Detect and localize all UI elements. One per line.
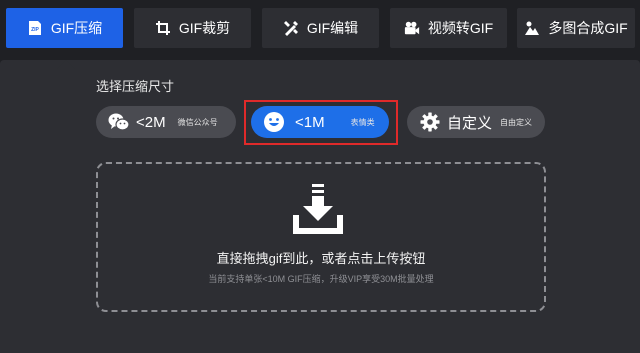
section-title: 选择压缩尺寸 — [96, 79, 175, 94]
upload-dropzone[interactable]: 直接拖拽gif到此，或者点击上传按钮 当前支持单张<10M GIF压缩，升级VI… — [96, 162, 546, 312]
tab-multi-image-gif[interactable]: 多图合成GIF — [517, 8, 635, 48]
size-option-2m[interactable]: <2M 微信公众号 — [96, 106, 236, 138]
tab-label: GIF裁剪 — [178, 20, 231, 36]
selection-highlight-box — [244, 100, 398, 145]
size-option-desc: 自由定义 — [500, 117, 533, 127]
image-icon — [524, 20, 540, 36]
edit-tools-icon — [283, 20, 299, 36]
active-tab-pointer — [57, 60, 75, 69]
size-option-label: <2M — [136, 113, 166, 131]
tab-label: 视频转GIF — [427, 20, 494, 36]
svg-text:ZIP: ZIP — [31, 27, 39, 33]
tab-label: 多图合成GIF — [548, 20, 628, 36]
size-option-desc: 微信公众号 — [177, 117, 218, 127]
wechat-icon — [108, 111, 130, 133]
size-option-label: 自定义 — [447, 114, 493, 132]
tab-video-to-gif[interactable]: 视频转GIF — [390, 8, 507, 48]
dropzone-instruction: 直接拖拽gif到此，或者点击上传按钮 — [216, 251, 426, 266]
tab-label: GIF压缩 — [50, 20, 103, 36]
video-camera-icon — [404, 20, 420, 36]
tab-gif-compress[interactable]: ZIP GIF压缩 — [6, 8, 123, 48]
tab-gif-edit[interactable]: GIF编辑 — [262, 8, 379, 48]
tab-gif-crop[interactable]: GIF裁剪 — [134, 8, 251, 48]
tool-tab-bar: ZIP GIF压缩 GIF裁剪 GIF编辑 视频转GIF 多图合成GIF — [0, 0, 640, 60]
dropzone-hint: 当前支持单张<10M GIF压缩，升级VIP享受30M批量处理 — [208, 274, 434, 284]
compress-panel: 选择压缩尺寸 <2M 微信公众号 <1M 表情类 自定义 自由定义 直接拖拽gi… — [0, 60, 640, 353]
tab-label: GIF编辑 — [306, 20, 359, 36]
zip-file-icon: ZIP — [27, 20, 43, 36]
crop-icon — [155, 20, 171, 36]
upload-icon — [291, 182, 345, 236]
gear-icon — [419, 111, 441, 133]
size-option-custom[interactable]: 自定义 自由定义 — [407, 106, 545, 138]
